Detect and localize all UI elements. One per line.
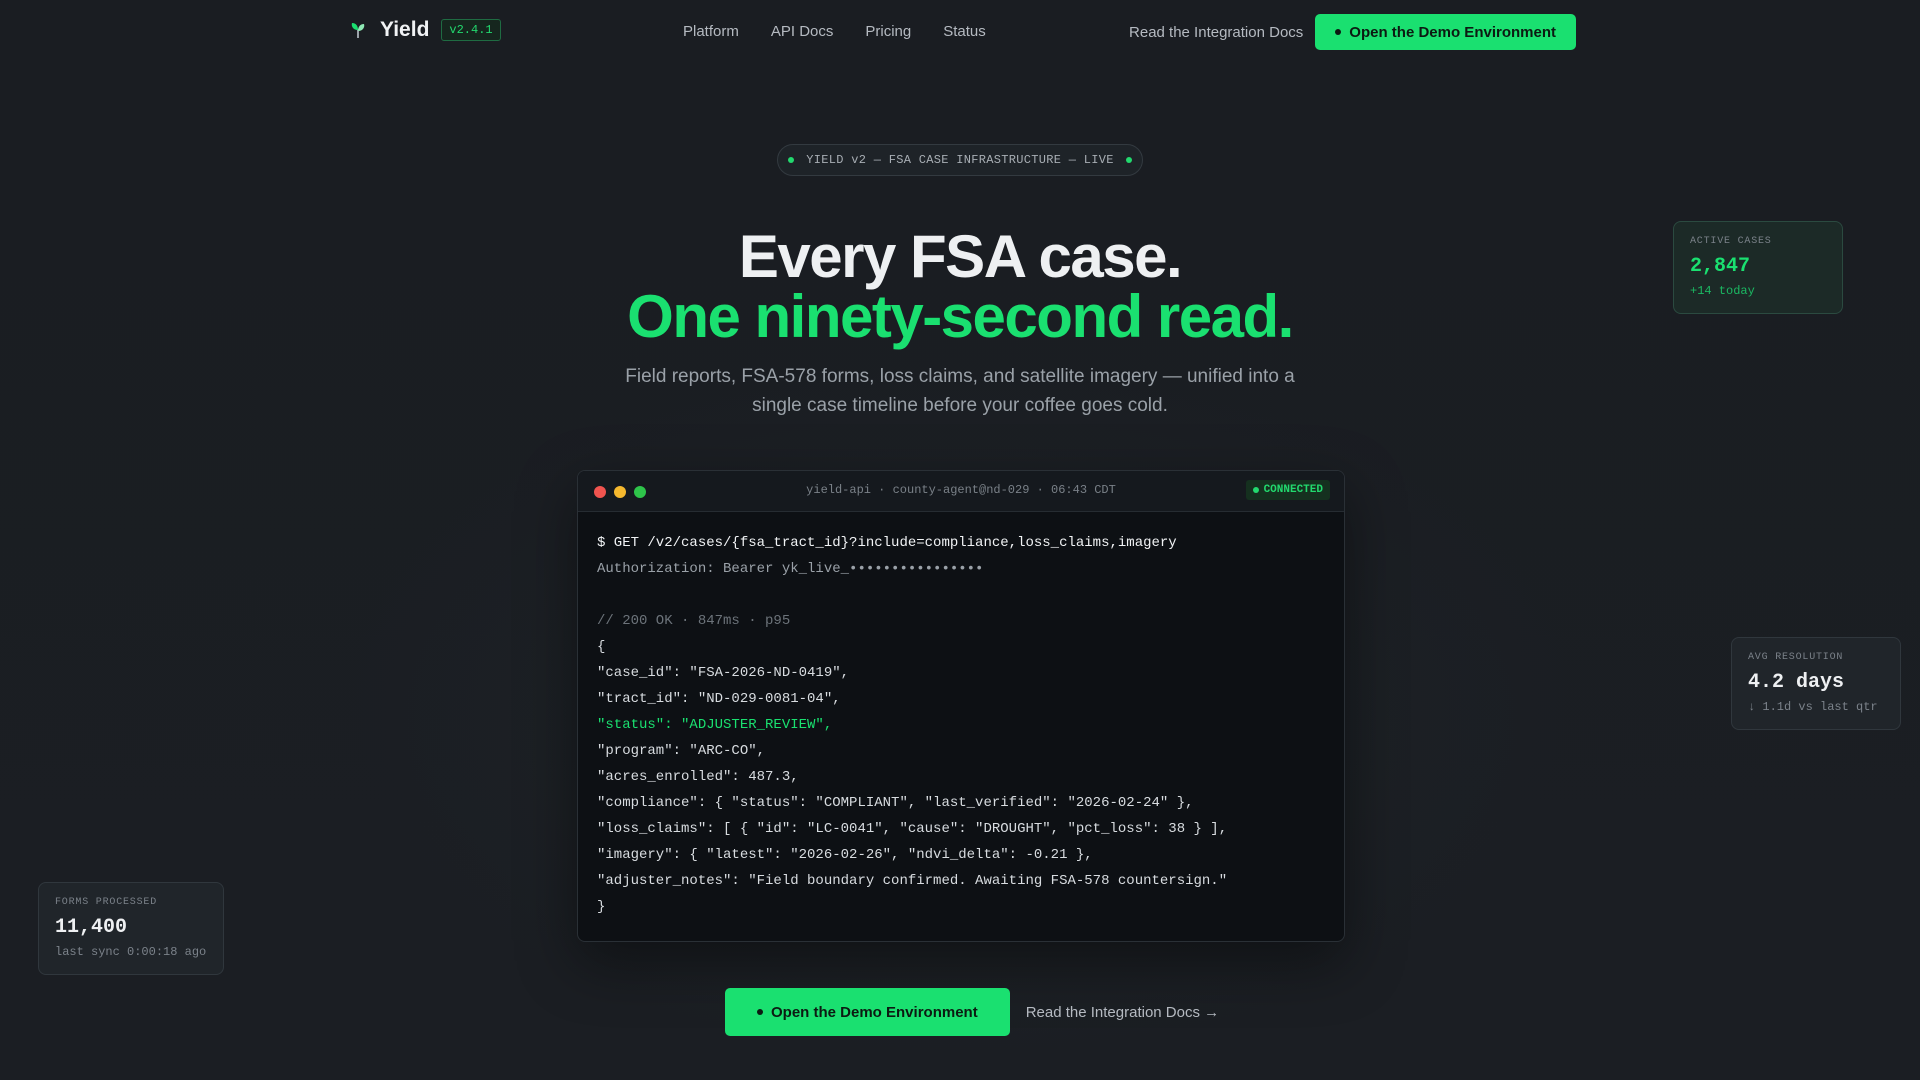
terminal-line: { <box>597 639 606 655</box>
dot-icon <box>757 1009 763 1015</box>
top-nav: Yield v2.4.1 Platform API Docs Pricing S… <box>0 0 1920 64</box>
stat-note: last sync 0:00:18 ago <box>55 945 207 959</box>
connection-status: CONNECTED <box>1263 484 1323 496</box>
stat-card-active-cases: ACTIVE CASES 2,847 +14 today <box>1673 221 1843 314</box>
live-status-text: YIELD v2 — FSA CASE INFRASTRUCTURE — LIV… <box>806 153 1114 167</box>
terminal-line: } <box>597 899 606 915</box>
nav-integration-docs-link[interactable]: Read the Integration Docs <box>1129 24 1303 41</box>
nav-actions: Read the Integration Docs Open the Demo … <box>1129 14 1576 50</box>
live-dot-icon <box>1125 157 1132 163</box>
demo-environment-button-label: Open the Demo Environment <box>771 1003 978 1021</box>
brand-name: Yield <box>380 18 430 41</box>
version-badge: v2.4.1 <box>441 19 501 41</box>
stat-card-avg-resolution: AVG RESOLUTION 4.2 days ↓ 1.1d vs last q… <box>1731 637 1901 730</box>
terminal-titlebar: yield-api · county-agent@nd-029 · 06:43 … <box>578 471 1344 512</box>
live-dot-icon <box>788 157 795 163</box>
stat-note: +14 today <box>1690 284 1755 298</box>
nav-link-platform[interactable]: Platform <box>683 23 739 40</box>
terminal-line: "program": "ARC-CO", <box>597 743 766 759</box>
demo-environment-button[interactable]: Open the Demo Environment <box>725 988 1010 1036</box>
terminal-line: $ GET /v2/cases/{fsa_tract_id}?include=c… <box>597 535 1177 551</box>
terminal-title: yield-api · county-agent@nd-029 · 06:43 … <box>806 483 1116 497</box>
terminal-line: "loss_claims": [ { "id": "LC-0041", "cau… <box>597 821 1228 837</box>
stat-label: FORMS PROCESSED <box>55 897 158 908</box>
stat-label: ACTIVE CASES <box>1690 236 1772 247</box>
terminal-line: "tract_id": "ND-029-0081-04", <box>597 691 841 707</box>
nav-link-status[interactable]: Status <box>943 23 986 40</box>
stat-note: ↓ 1.1d vs last qtr <box>1748 700 1878 714</box>
terminal-line: "compliance": { "status": "COMPLIANT", "… <box>597 795 1194 811</box>
terminal-line: "adjuster_notes": "Field boundary confir… <box>597 873 1228 889</box>
terminal-line: Authorization: Bearer yk_live_••••••••••… <box>597 561 984 577</box>
api-terminal: yield-api · county-agent@nd-029 · 06:43 … <box>577 470 1345 942</box>
connection-badge: CONNECTED <box>1245 480 1330 500</box>
stat-label: AVG RESOLUTION <box>1748 652 1844 663</box>
cta-row: Open the Demo Environment Read the Integ… <box>725 988 1219 1036</box>
stat-value: 11,400 <box>55 916 128 939</box>
terminal-line: "acres_enrolled": 487.3, <box>597 769 799 785</box>
nav-link-pricing[interactable]: Pricing <box>865 23 911 40</box>
terminal-output: $ GET /v2/cases/{fsa_tract_id}?include=c… <box>578 512 1344 938</box>
brand[interactable]: Yield v2.4.1 <box>348 18 501 42</box>
live-status-pill: YIELD v2 — FSA CASE INFRASTRUCTURE — LIV… <box>777 144 1143 176</box>
stat-value: 4.2 days <box>1748 671 1845 694</box>
nav-links: Platform API Docs Pricing Status <box>683 23 986 40</box>
stat-card-forms-processed: FORMS PROCESSED 11,400 last sync 0:00:18… <box>38 882 224 975</box>
stat-value: 2,847 <box>1690 255 1751 278</box>
hero-subtitle: Field reports, FSA-578 forms, loss claim… <box>625 366 1295 416</box>
nav-demo-button[interactable]: Open the Demo Environment <box>1315 14 1576 50</box>
sprout-logo-icon <box>351 23 365 38</box>
terminal-line: // 200 OK · 847ms · p95 <box>597 613 791 629</box>
headline-primary: Every FSA case. <box>738 223 1183 290</box>
dot-icon <box>1335 29 1342 35</box>
integration-docs-link[interactable]: Read the Integration Docs → <box>1026 1004 1219 1021</box>
terminal-line: "imagery": { "latest": "2026-02-26", "nd… <box>597 847 1093 863</box>
connected-dot-icon <box>1252 487 1259 493</box>
nav-link-api-docs[interactable]: API Docs <box>771 23 834 40</box>
terminal-line: "case_id": "FSA-2026-ND-0419", <box>597 665 850 681</box>
nav-demo-button-label: Open the Demo Environment <box>1349 23 1556 41</box>
headline-accent: One ninety-second read. <box>627 283 1294 350</box>
terminal-line: "status": "ADJUSTER_REVIEW", <box>597 717 833 733</box>
